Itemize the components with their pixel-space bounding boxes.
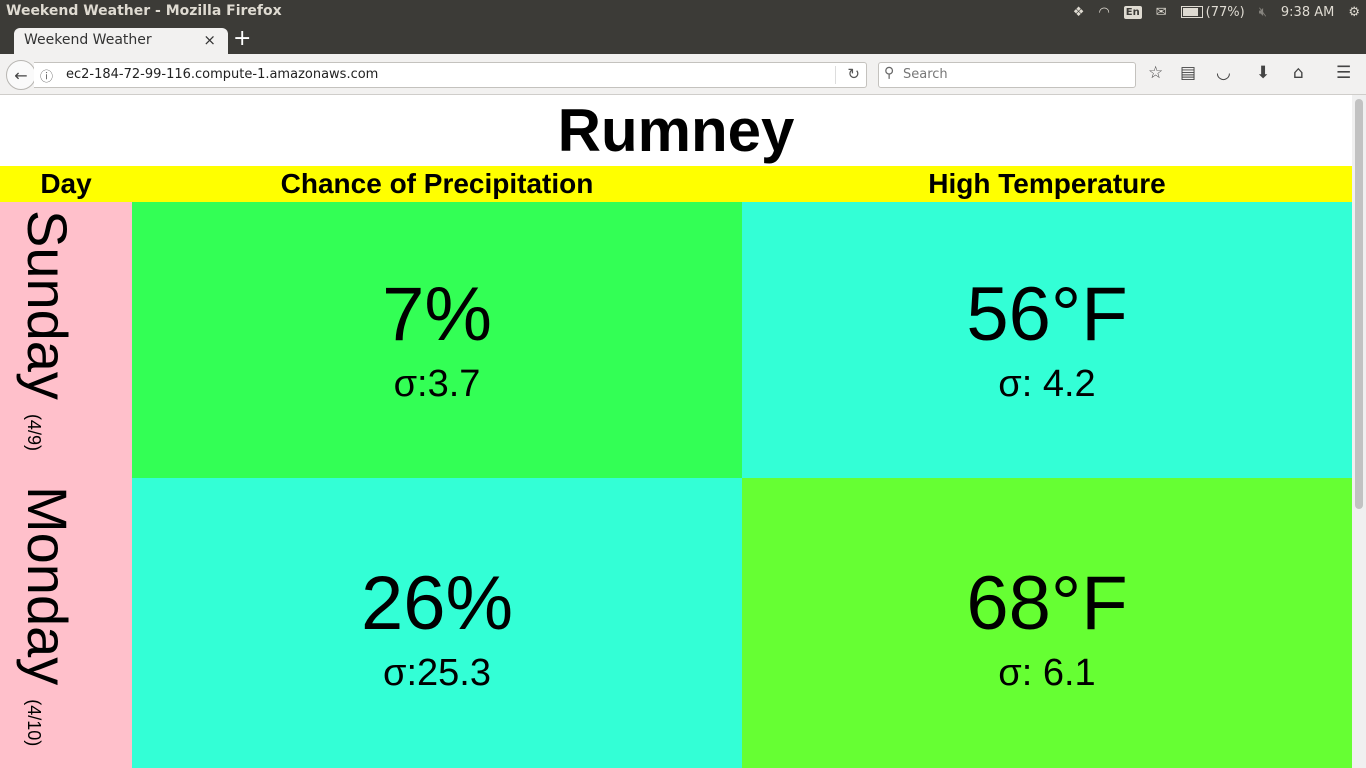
window-title: Weekend Weather - Mozilla Firefox	[6, 3, 282, 19]
home-icon[interactable]: ⌂	[1293, 63, 1304, 83]
url-text[interactable]: ec2-184-72-99-116.compute-1.amazonaws.co…	[66, 67, 378, 82]
new-tab-button[interactable]: +	[233, 26, 251, 51]
os-top-panel: Weekend Weather - Mozilla Firefox ❖ ◠ En…	[0, 0, 1366, 24]
settings-gear-icon[interactable]: ⚙	[1348, 5, 1360, 20]
mail-icon[interactable]: ✉	[1156, 5, 1167, 20]
search-bar[interactable]: ⚲	[878, 62, 1136, 88]
pocket-icon[interactable]: ◡	[1216, 63, 1231, 83]
scrollbar-thumb[interactable]	[1355, 99, 1363, 509]
temperature-sigma: σ: 6.1	[998, 652, 1096, 694]
day-cell-sunday: Sunday (4/9)	[0, 202, 132, 478]
bookmark-star-icon[interactable]: ☆	[1148, 63, 1163, 83]
day-name: Monday	[16, 486, 79, 686]
precipitation-sigma: σ:3.7	[393, 363, 481, 405]
page-title: Rumney	[557, 97, 795, 164]
table-header-row: Day Chance of Precipitation High Tempera…	[0, 166, 1352, 202]
precipitation-cell: 26% σ:25.3	[132, 478, 742, 768]
tab-title: Weekend Weather	[24, 32, 152, 48]
close-tab-icon[interactable]: ×	[203, 31, 216, 49]
dropbox-icon[interactable]: ❖	[1073, 5, 1085, 20]
menu-icon[interactable]: ☰	[1336, 63, 1351, 83]
temperature-value: 68°F	[966, 561, 1128, 646]
system-tray: ❖ ◠ En ✉ (77%) 🔇︎ 9:38 AM ⚙	[1073, 0, 1366, 24]
downloads-icon[interactable]: ⬇	[1256, 63, 1270, 83]
temperature-value: 56°F	[966, 272, 1128, 357]
tab-weekend-weather[interactable]: Weekend Weather ×	[14, 28, 228, 54]
site-info-icon[interactable]: ⓘ	[40, 66, 53, 85]
url-bar[interactable]: ⓘ ec2-184-72-99-116.compute-1.amazonaws.…	[34, 62, 867, 88]
day-date: (4/9)	[24, 413, 44, 451]
temperature-cell: 56°F σ: 4.2	[742, 202, 1352, 478]
battery-percent: (77%)	[1205, 4, 1245, 20]
precipitation-sigma: σ:25.3	[383, 652, 491, 694]
header-high-temperature: High Temperature	[928, 168, 1166, 199]
reload-icon[interactable]: ↻	[847, 65, 860, 83]
day-label: Monday (4/10)	[15, 486, 80, 746]
header-day: Day	[40, 168, 92, 199]
back-button[interactable]: ←	[6, 60, 36, 90]
url-separator	[835, 66, 836, 84]
sound-muted-icon[interactable]: 🔇︎	[1259, 5, 1267, 20]
header-precipitation: Chance of Precipitation	[280, 168, 594, 199]
browser-nav-bar: ← ⓘ ec2-184-72-99-116.compute-1.amazonaw…	[0, 54, 1366, 95]
back-arrow-icon: ←	[14, 65, 28, 85]
battery-indicator[interactable]: (77%)	[1180, 4, 1245, 20]
day-cell-monday: Monday (4/10)	[0, 478, 132, 768]
reader-list-icon[interactable]: ▤	[1180, 63, 1196, 83]
keyboard-language-indicator[interactable]: En	[1123, 5, 1142, 19]
temperature-sigma: σ: 4.2	[998, 363, 1096, 405]
page-content: Rumney Day Chance of Precipitation High …	[0, 95, 1352, 768]
page-scrollbar[interactable]	[1352, 95, 1366, 768]
browser-tab-bar: Weekend Weather × +	[0, 24, 1366, 54]
day-date: (4/10)	[24, 699, 44, 747]
precipitation-value: 26%	[360, 561, 514, 646]
precipitation-cell: 7% σ:3.7	[132, 202, 742, 478]
clock[interactable]: 9:38 AM	[1281, 5, 1334, 20]
search-icon: ⚲	[884, 65, 895, 81]
battery-icon	[1180, 6, 1203, 18]
day-name: Sunday	[16, 210, 79, 400]
wifi-icon[interactable]: ◠	[1098, 5, 1109, 20]
day-label: Sunday (4/9)	[15, 210, 80, 451]
temperature-cell: 68°F σ: 6.1	[742, 478, 1352, 768]
search-input[interactable]	[901, 66, 1125, 83]
precipitation-value: 7%	[382, 272, 492, 357]
